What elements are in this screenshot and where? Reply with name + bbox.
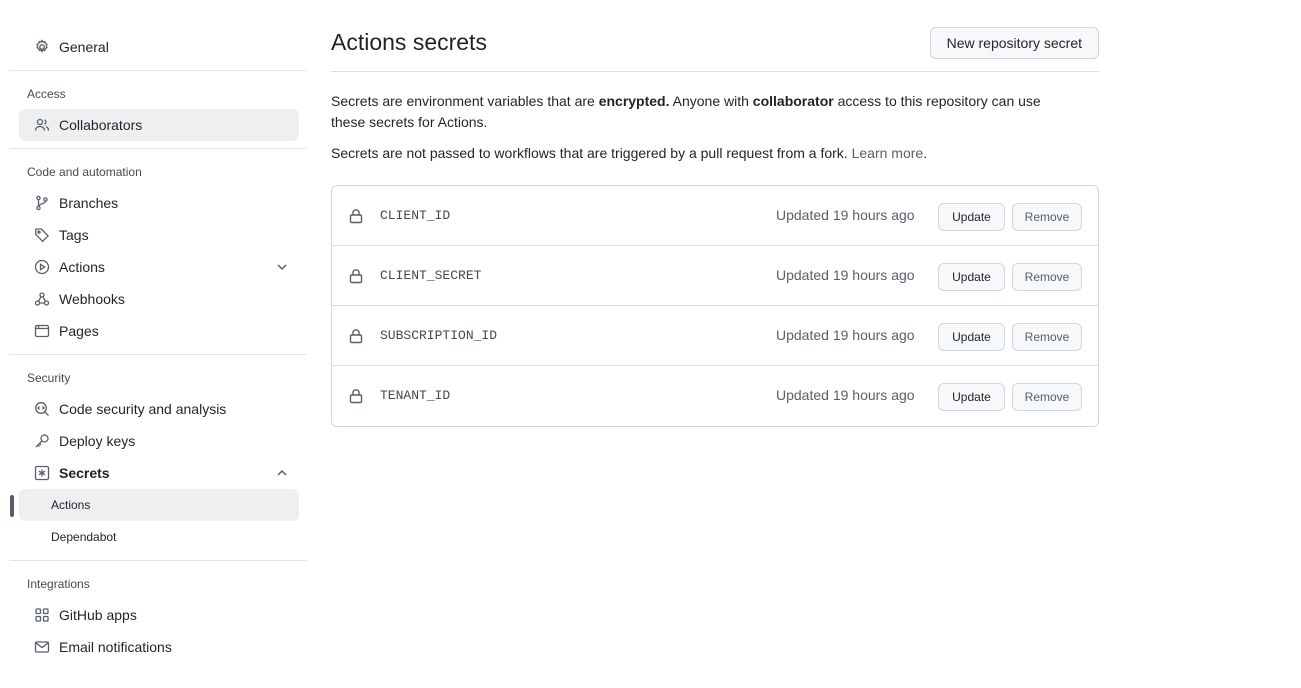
secret-name: SUBSCRIPTION_ID	[380, 328, 498, 343]
divider	[10, 148, 307, 149]
lock-icon	[349, 329, 363, 344]
sidebar-item-label: Deploy keys	[59, 433, 136, 449]
desc-emphasis: collaborator	[752, 93, 834, 109]
secrets-list: CLIENT_ID Updated 19 hours ago Update Re…	[331, 185, 1099, 427]
sidebar-item-deploy-keys[interactable]: Deploy keys	[19, 425, 299, 457]
secret-name: TENANT_ID	[380, 388, 451, 403]
new-repository-secret-button[interactable]: New repository secret	[929, 27, 1099, 59]
sidebar-item-label: Actions	[51, 498, 91, 512]
remove-button[interactable]: Remove	[1012, 203, 1082, 231]
people-icon	[34, 117, 50, 133]
divider	[10, 560, 307, 561]
secret-row: CLIENT_SECRET Updated 19 hours ago Updat…	[332, 246, 1098, 306]
sidebar-subitem-secrets-actions[interactable]: Actions	[10, 489, 299, 521]
sidebar-item-code-security[interactable]: Code security and analysis	[19, 393, 299, 425]
desc-text: Anyone with	[669, 93, 753, 109]
sidebar-item-label: GitHub apps	[59, 607, 137, 623]
divider	[10, 354, 307, 355]
sidebar-item-collaborators[interactable]: Collaborators	[19, 109, 299, 141]
sidebar-item-general[interactable]: General	[19, 31, 299, 63]
gear-icon	[34, 39, 50, 55]
group-title-code-automation: Code and automation	[27, 165, 142, 179]
desc-emphasis: encrypted.	[598, 93, 670, 109]
lock-icon	[349, 389, 363, 404]
secret-row: SUBSCRIPTION_ID Updated 19 hours ago Upd…	[332, 306, 1098, 366]
chevron-up-icon[interactable]	[275, 466, 289, 480]
secret-updated: Updated 19 hours ago	[776, 267, 915, 283]
sidebar-item-label: Webhooks	[59, 291, 125, 307]
webhook-icon	[34, 291, 50, 307]
desc-text: .	[923, 145, 928, 161]
sidebar-subitem-secrets-dependabot[interactable]: Dependabot	[19, 521, 299, 553]
git-branch-icon	[34, 195, 50, 211]
sidebar-item-label: Email notifications	[59, 639, 172, 655]
key-icon	[34, 433, 50, 449]
learn-more-link[interactable]: Learn more	[852, 145, 924, 161]
settings-sidebar: General Access Collaborators Code and au…	[10, 31, 307, 663]
secret-updated: Updated 19 hours ago	[776, 207, 915, 223]
group-title-security: Security	[27, 371, 71, 385]
page-header: Actions secrets New repository secret	[331, 26, 1099, 72]
asterisk-box-icon	[34, 465, 50, 481]
secrets-description: Secrets are environment variables that a…	[331, 91, 1071, 133]
main-content: Actions secrets New repository secret Se…	[331, 26, 1099, 427]
play-icon	[34, 259, 50, 275]
sidebar-item-email-notifications[interactable]: Email notifications	[19, 631, 299, 663]
chevron-down-icon[interactable]	[275, 260, 289, 274]
tag-icon	[34, 227, 50, 243]
remove-button[interactable]: Remove	[1012, 383, 1082, 411]
sidebar-item-label: Tags	[59, 227, 89, 243]
sidebar-item-label: Pages	[59, 323, 99, 339]
sidebar-item-label: Code security and analysis	[59, 401, 227, 417]
desc-text: Secrets are environment variables that a…	[331, 93, 599, 109]
sidebar-item-github-apps[interactable]: GitHub apps	[19, 599, 299, 631]
sidebar-item-branches[interactable]: Branches	[19, 187, 299, 219]
browser-icon	[34, 323, 50, 339]
remove-button[interactable]: Remove	[1012, 323, 1082, 351]
remove-button[interactable]: Remove	[1012, 263, 1082, 291]
apps-icon	[34, 607, 50, 623]
sidebar-item-label: General	[59, 39, 109, 55]
sidebar-item-label: Collaborators	[59, 117, 143, 133]
fork-notice: Secrets are not passed to workflows that…	[331, 143, 1099, 164]
divider	[10, 70, 307, 71]
sidebar-item-webhooks[interactable]: Webhooks	[19, 283, 299, 315]
secret-name: CLIENT_SECRET	[380, 268, 482, 283]
update-button[interactable]: Update	[938, 203, 1005, 231]
desc-text: Secrets are not passed to workflows that…	[331, 145, 852, 161]
sidebar-item-label: Branches	[59, 195, 119, 211]
sidebar-item-label: Actions	[59, 259, 105, 275]
secret-row: CLIENT_ID Updated 19 hours ago Update Re…	[332, 186, 1098, 246]
secret-updated: Updated 19 hours ago	[776, 387, 915, 403]
mail-icon	[34, 639, 50, 655]
page-title: Actions secrets	[331, 29, 487, 55]
sidebar-item-label: Secrets	[59, 465, 110, 481]
secret-name: CLIENT_ID	[380, 208, 451, 223]
sidebar-item-tags[interactable]: Tags	[19, 219, 299, 251]
codescan-icon	[34, 401, 50, 417]
lock-icon	[349, 209, 363, 224]
update-button[interactable]: Update	[938, 323, 1005, 351]
sidebar-item-label: Dependabot	[51, 530, 117, 544]
sidebar-item-pages[interactable]: Pages	[19, 315, 299, 347]
group-title-integrations: Integrations	[27, 577, 90, 591]
group-title-access: Access	[27, 87, 66, 101]
sidebar-item-actions[interactable]: Actions	[19, 251, 299, 283]
sidebar-item-secrets[interactable]: Secrets	[19, 457, 299, 489]
secret-updated: Updated 19 hours ago	[776, 327, 915, 343]
lock-icon	[349, 269, 363, 284]
secret-row: TENANT_ID Updated 19 hours ago Update Re…	[332, 366, 1098, 426]
update-button[interactable]: Update	[938, 383, 1005, 411]
active-indicator	[10, 495, 14, 517]
update-button[interactable]: Update	[938, 263, 1005, 291]
